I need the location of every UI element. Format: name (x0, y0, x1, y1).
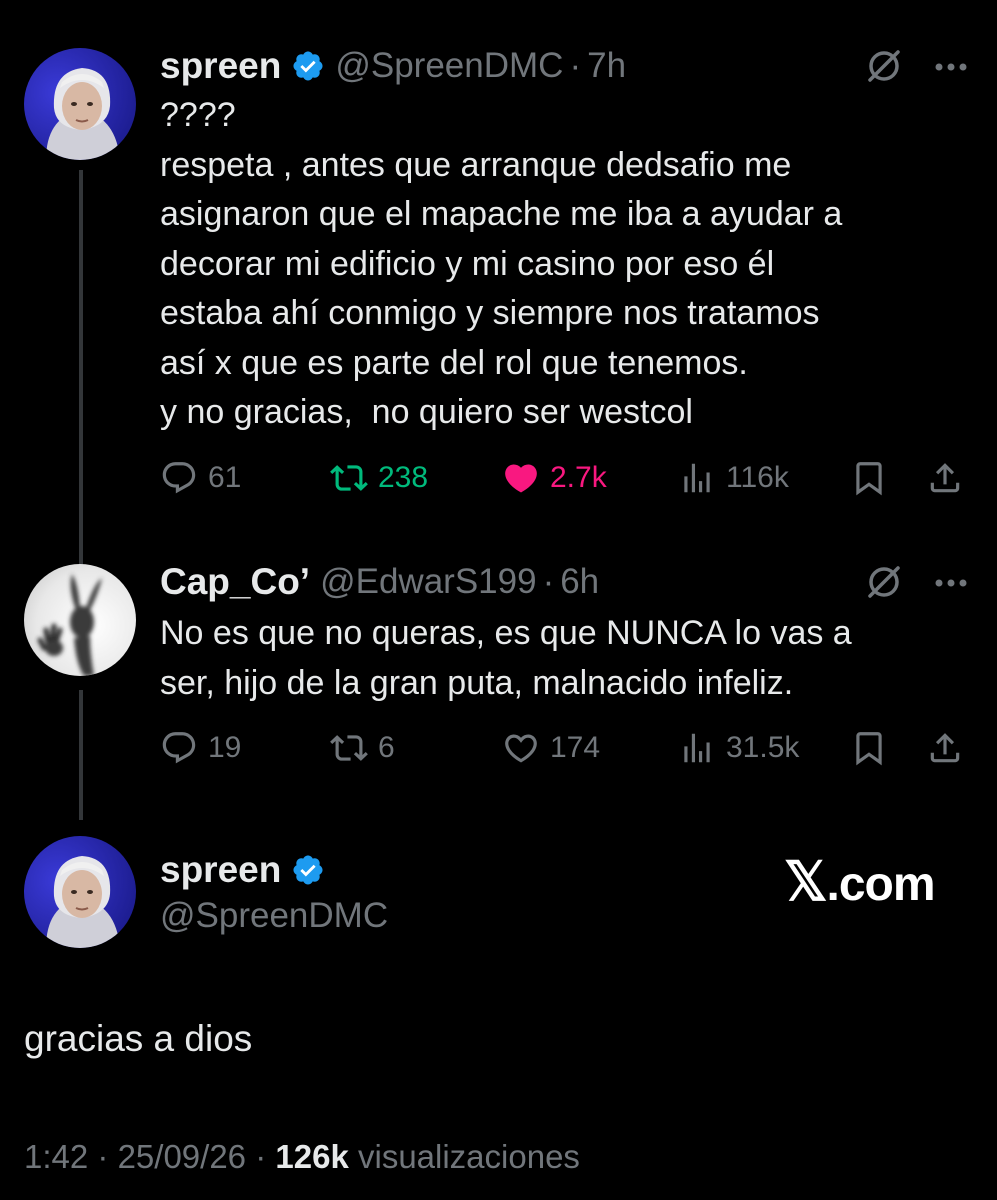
grok-icon[interactable] (864, 46, 904, 86)
avatar[interactable] (24, 836, 136, 948)
display-name[interactable]: Cap_Co’ (160, 561, 310, 603)
display-name[interactable]: spreen (160, 45, 281, 87)
repost-count: 6 (378, 731, 395, 764)
handle[interactable]: @EdwarS199 (320, 562, 536, 602)
views-button[interactable]: 116k (678, 456, 789, 500)
tweet-line: así x que es parte del rol que tenemos. (160, 344, 748, 382)
tweet-line: ser, hijo de la gran puta, malnacido inf… (160, 664, 794, 702)
bookmark-button[interactable] (850, 726, 888, 770)
separator: · (542, 562, 555, 601)
views-label: visualizaciones (357, 1138, 580, 1175)
tweet-header: Cap_Co’ @EdwarS199 · 6h (160, 560, 599, 604)
tweet-line: y no gracias, no quiero ser westcol (160, 393, 693, 431)
reply-count: 61 (208, 461, 242, 494)
bookmark-icon (856, 732, 882, 766)
x-logo-icon: 𝕏 (784, 852, 828, 912)
more-icon[interactable] (934, 576, 968, 588)
like-button[interactable]: 2.7k (502, 456, 607, 500)
like-count: 174 (550, 731, 601, 764)
separator: · (569, 46, 582, 85)
like-icon (505, 734, 537, 763)
watermark-text: .com (826, 858, 936, 911)
thread-line (79, 690, 83, 820)
verified-badge-icon (291, 853, 325, 887)
repost-button[interactable]: 238 (330, 456, 428, 500)
reply-count: 19 (208, 731, 242, 764)
share-icon (930, 733, 960, 763)
action-bar: 61 238 2.7k 116k (160, 456, 970, 500)
views-icon (684, 733, 710, 763)
bookmark-icon (856, 462, 882, 496)
tweet-meta: 1:42 · 25/09/26 · 126k visualizaciones (24, 1138, 580, 1176)
action-bar: 19 6 174 31.5k (160, 726, 970, 770)
views-icon (684, 463, 710, 493)
share-button[interactable] (926, 726, 964, 770)
repost-button[interactable]: 6 (330, 726, 395, 770)
main-tweet-text: gracias a dios (24, 1018, 253, 1059)
author-name-row: spreen (160, 848, 325, 892)
repost-icon (330, 735, 368, 761)
tweet-header: spreen @SpreenDMC · 7h (160, 44, 626, 88)
verified-badge-icon (291, 49, 325, 83)
tweet-line: ???? (160, 96, 236, 134)
views-button[interactable]: 31.5k (678, 726, 799, 770)
like-button[interactable]: 174 (502, 726, 600, 770)
avatar[interactable] (24, 48, 136, 160)
thread-line (79, 170, 83, 570)
like-icon (505, 464, 537, 493)
repost-count: 238 (378, 461, 429, 494)
reply-button[interactable]: 61 (160, 456, 241, 500)
share-icon (930, 463, 960, 493)
more-icon[interactable] (934, 60, 968, 72)
reply-icon (162, 732, 196, 764)
view-count: 126k (275, 1138, 349, 1175)
avatar[interactable] (24, 564, 136, 676)
view-count: 31.5k (726, 731, 800, 764)
view-count: 116k (726, 461, 789, 494)
tweet-date[interactable]: 25/09/26 (118, 1138, 246, 1175)
tweet-line: estaba ahí conmigo y siempre nos tratamo… (160, 294, 820, 332)
timestamp[interactable]: 6h (560, 562, 599, 602)
reply-button[interactable]: 19 (160, 726, 241, 770)
timestamp[interactable]: 7h (587, 46, 626, 86)
tweet-time[interactable]: 1:42 (24, 1138, 88, 1175)
bookmark-button[interactable] (850, 456, 888, 500)
handle[interactable]: @SpreenDMC (160, 896, 388, 936)
separator: · (255, 1138, 267, 1175)
tweet-line: respeta , antes que arranque dedsafio me (160, 146, 792, 184)
like-count: 2.7k (550, 461, 607, 494)
tweet-line: No es que no queras, es que NUNCA lo vas… (160, 614, 852, 652)
handle[interactable]: @SpreenDMC (335, 46, 563, 86)
tweet-line: asignaron que el mapache me iba a ayudar… (160, 195, 843, 233)
grok-icon[interactable] (864, 562, 904, 602)
display-name[interactable]: spreen (160, 849, 281, 891)
share-button[interactable] (926, 456, 964, 500)
repost-icon (330, 465, 368, 491)
separator: · (97, 1138, 109, 1175)
tweet-line: decorar mi edificio y mi casino por eso … (160, 245, 775, 283)
reply-icon (162, 462, 196, 494)
x-watermark: 𝕏.com (784, 850, 936, 913)
